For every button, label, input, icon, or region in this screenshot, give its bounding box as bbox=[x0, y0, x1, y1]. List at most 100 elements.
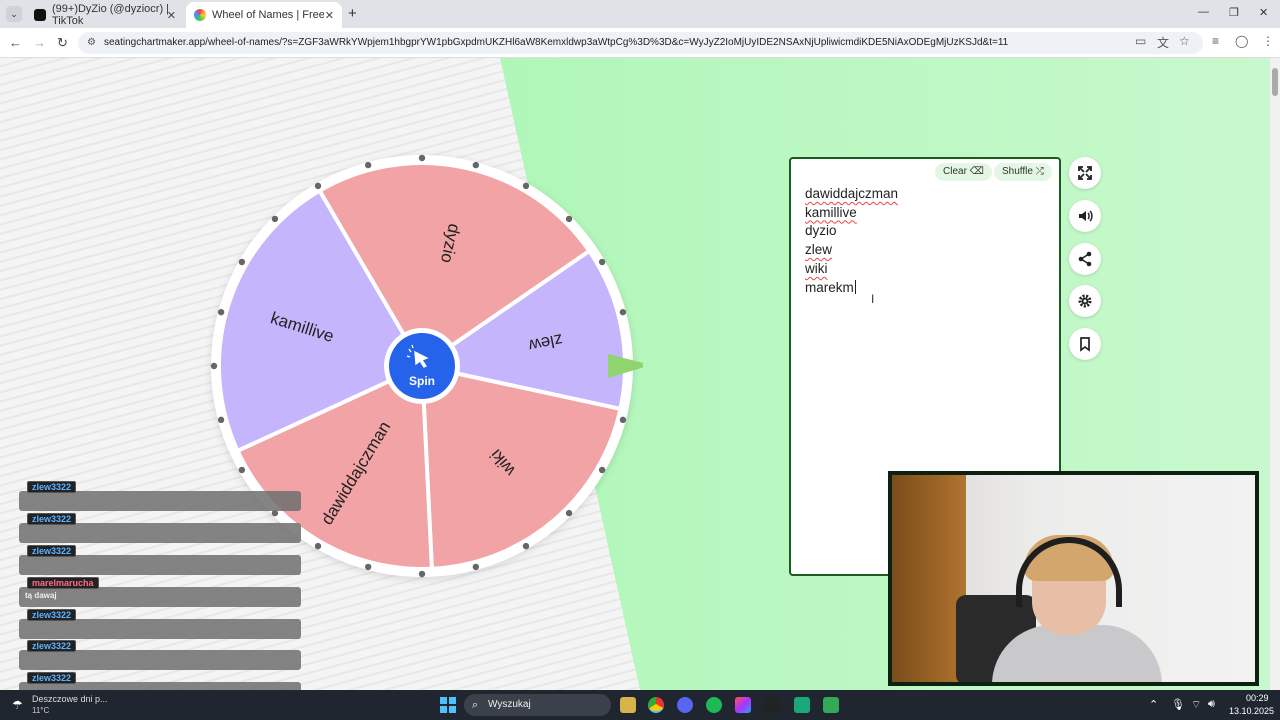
chrome-icon[interactable] bbox=[648, 697, 664, 713]
photos-icon[interactable] bbox=[735, 697, 751, 713]
weather-icon: ☂ bbox=[12, 698, 23, 712]
wheel-peg bbox=[522, 542, 530, 550]
chat-username: zlew3322 bbox=[27, 672, 77, 684]
tab-title: (99+)DyZio (@dyziocr) | TikTok bbox=[52, 3, 170, 27]
names-textarea[interactable]: dawiddajczman kamillive dyzio zlew wiki … bbox=[805, 185, 898, 297]
reload-icon[interactable]: ↻ bbox=[57, 35, 68, 51]
name-line: dyzio bbox=[805, 223, 837, 239]
chat-message: zlew3322 bbox=[19, 640, 301, 670]
tab-search-button[interactable]: ⌄ bbox=[6, 6, 22, 22]
chat-message: zlew3322 bbox=[19, 513, 301, 543]
obs-icon[interactable] bbox=[764, 697, 780, 713]
menu-icon[interactable]: ⋮ bbox=[1262, 34, 1274, 48]
wheel-peg bbox=[217, 308, 225, 316]
shuffle-button[interactable]: Shuffle ⤮ bbox=[994, 163, 1052, 181]
wheel[interactable]: dyziozlewwikidawiddajczmankamillive Spin bbox=[203, 147, 643, 587]
new-tab-button[interactable]: + bbox=[348, 5, 357, 22]
microphone-icon[interactable]: 🎙︎ bbox=[1171, 698, 1185, 711]
name-line: marekm bbox=[805, 279, 854, 295]
name-line: dawiddajczman bbox=[805, 186, 899, 201]
site-info-icon[interactable]: ⚙ bbox=[87, 32, 96, 54]
url-field[interactable]: ⚙ seatingchartmaker.app/wheel-of-names/?… bbox=[78, 32, 1203, 54]
clock-time[interactable]: 00:29 bbox=[1246, 693, 1269, 703]
clock-date[interactable]: 13.10.2025 bbox=[1229, 706, 1274, 716]
wheel-peg bbox=[472, 563, 480, 571]
volume-icon[interactable] bbox=[1069, 200, 1101, 232]
back-icon[interactable]: ← bbox=[9, 35, 22, 50]
chat-username: marelmarucha bbox=[27, 577, 99, 589]
wheel-peg bbox=[314, 182, 322, 190]
taskbar-search[interactable]: ⌕ Wyszukaj bbox=[464, 694, 611, 716]
clear-button[interactable]: Clear ⌫ bbox=[935, 163, 992, 181]
wheel-peg bbox=[619, 308, 627, 316]
wheel-peg bbox=[314, 542, 322, 550]
spin-button[interactable] bbox=[389, 333, 455, 399]
tab-tiktok[interactable]: (99+)DyZio (@dyziocr) | TikTok ✕ bbox=[26, 2, 184, 28]
wheel-peg bbox=[522, 182, 530, 190]
expand-icon[interactable] bbox=[1069, 157, 1101, 189]
install-app-icon[interactable]: ▭ bbox=[1135, 34, 1146, 48]
shuffle-icon: ⤮ bbox=[1035, 166, 1044, 177]
name-line: kamillive bbox=[805, 204, 857, 220]
wheel-peg bbox=[364, 563, 372, 571]
spotify-icon[interactable] bbox=[706, 697, 722, 713]
settings-icon[interactable] bbox=[1069, 285, 1101, 317]
tiktok-icon bbox=[34, 9, 46, 21]
chat-message: marelmarucha tą dawaj bbox=[19, 577, 301, 607]
forward-icon[interactable]: → bbox=[33, 35, 46, 50]
weather-text[interactable]: Deszczowe dni p... bbox=[32, 694, 108, 704]
wheel-peg bbox=[472, 161, 480, 169]
app-icon[interactable] bbox=[794, 697, 810, 713]
chat-text: tą dawaj bbox=[25, 591, 57, 600]
text-caret bbox=[854, 279, 856, 294]
speaker-icon[interactable]: 🔊︎ bbox=[1208, 698, 1215, 711]
url-text: seatingchartmaker.app/wheel-of-names/?s=… bbox=[104, 37, 1009, 48]
wifi-icon[interactable]: ⌔ bbox=[1191, 698, 1201, 712]
tab-title: Wheel of Names | Free & Ad-fr bbox=[212, 9, 324, 21]
tab-strip: ⌄ (99+)DyZio (@dyziocr) | TikTok ✕ Wheel… bbox=[0, 0, 1280, 28]
wheel-peg bbox=[598, 258, 606, 266]
wheel-peg bbox=[619, 416, 627, 424]
chat-message: zlew3322 bbox=[19, 545, 301, 575]
chat-username: zlew3322 bbox=[27, 640, 77, 652]
share-icon[interactable] bbox=[1069, 243, 1101, 275]
wheel-peg bbox=[364, 161, 372, 169]
file-explorer-icon[interactable] bbox=[620, 697, 636, 713]
webcam-door bbox=[892, 475, 966, 682]
wheel-peg bbox=[598, 466, 606, 474]
bookmark-icon[interactable] bbox=[1069, 328, 1101, 360]
chevron-up-icon[interactable]: ⌃ bbox=[1149, 698, 1158, 711]
bookmark-star-icon[interactable]: ☆ bbox=[1179, 34, 1190, 48]
profile-icon[interactable]: ◯ bbox=[1235, 34, 1248, 48]
translate-icon[interactable]: 文 bbox=[1157, 34, 1169, 51]
chat-username: zlew3322 bbox=[27, 545, 77, 557]
minimize-icon[interactable]: — bbox=[1198, 6, 1209, 18]
restore-icon[interactable]: ❐ bbox=[1229, 6, 1239, 19]
wheel-peg bbox=[418, 570, 426, 578]
scrollbar-thumb[interactable] bbox=[1272, 68, 1278, 96]
wheel-peg bbox=[565, 215, 573, 223]
page-scrollbar[interactable] bbox=[1270, 58, 1280, 690]
wheel-peg bbox=[271, 215, 279, 223]
tab-wheel-of-names[interactable]: Wheel of Names | Free & Ad-fr ✕ bbox=[186, 2, 342, 28]
wheel-peg bbox=[238, 466, 246, 474]
reading-list-icon[interactable]: ≡ bbox=[1212, 34, 1219, 48]
wheel-peg bbox=[217, 416, 225, 424]
start-button[interactable] bbox=[440, 697, 456, 713]
streamlabs-icon[interactable] bbox=[823, 697, 839, 713]
taskbar: ☂ Deszczowe dni p... 11°C ⌕ Wyszukaj ⌃ 🎙… bbox=[0, 690, 1280, 720]
eraser-icon: ⌫ bbox=[969, 166, 984, 177]
chat-username: zlew3322 bbox=[27, 513, 77, 525]
discord-icon[interactable] bbox=[677, 697, 693, 713]
chat-username: zlew3322 bbox=[27, 481, 77, 493]
close-tab-icon[interactable]: ✕ bbox=[325, 9, 334, 22]
chat-message: zlew3322 bbox=[19, 481, 301, 511]
temperature: 11°C bbox=[32, 706, 50, 715]
wheel-icon bbox=[194, 9, 206, 21]
chat-message: zlew3322 bbox=[19, 609, 301, 639]
close-tab-icon[interactable]: ✕ bbox=[167, 9, 176, 22]
page-content: dyzio zlew wiki dawiddajczman kamillive Spin… bbox=[0, 58, 1270, 690]
clear-label: Clear bbox=[943, 166, 967, 177]
close-icon[interactable]: ✕ bbox=[1259, 6, 1268, 19]
name-line: wiki bbox=[805, 260, 828, 276]
